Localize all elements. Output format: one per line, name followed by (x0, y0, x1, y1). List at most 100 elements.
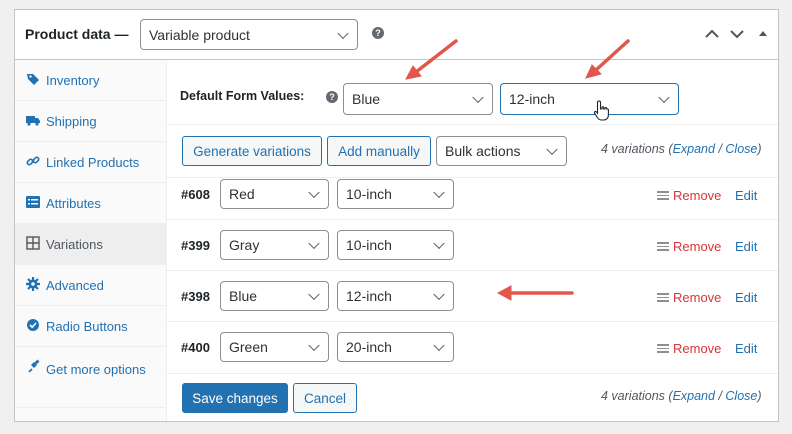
move-up-icon[interactable] (704, 26, 720, 42)
product-data-panel: Product data — Variable product ? Invent… (14, 9, 779, 422)
gear-icon (26, 277, 40, 291)
add-manually-button[interactable]: Add manually (327, 136, 431, 166)
plug-icon (28, 359, 40, 373)
variation-id: #608 (181, 187, 210, 202)
divider (167, 219, 778, 220)
default-form-values-label: Default Form Values: (180, 89, 305, 103)
tab-label: Variations (46, 237, 103, 252)
tab-get-more-options[interactable]: Get more options (15, 347, 167, 408)
chevron-down-icon (472, 91, 484, 104)
chevron-down-icon (433, 237, 445, 250)
drag-handle-icon[interactable] (657, 191, 669, 200)
save-changes-button[interactable]: Save changes (182, 383, 288, 413)
move-down-icon[interactable] (729, 26, 745, 42)
variation-id: #398 (181, 289, 210, 304)
expand-link[interactable]: Expand (673, 142, 715, 156)
cancel-button[interactable]: Cancel (293, 383, 357, 413)
tab-radio-buttons[interactable]: Radio Buttons (15, 306, 167, 347)
link-icon (26, 156, 40, 166)
collapse-toggle-icon[interactable] (758, 26, 768, 42)
product-data-tabs: Inventory Shipping Linked Products Attri… (15, 60, 167, 421)
variation-size-select[interactable]: 20-inch (337, 332, 454, 362)
chevron-down-icon (308, 237, 320, 250)
tab-inventory[interactable]: Inventory (15, 60, 167, 101)
variations-count-top: 4 variations (Expand / Close) (601, 142, 762, 156)
grid-icon (26, 236, 40, 250)
default-color-value: Blue (352, 91, 381, 107)
remove-link[interactable]: Remove (673, 188, 721, 203)
drag-handle-icon[interactable] (657, 293, 669, 302)
variation-color-select[interactable]: Gray (220, 230, 329, 260)
tab-label: Radio Buttons (46, 319, 128, 334)
variation-size-select[interactable]: 10-inch (337, 230, 454, 260)
variation-color-value: Green (229, 339, 268, 355)
tab-shipping[interactable]: Shipping (15, 101, 167, 142)
chevron-down-icon (546, 143, 558, 156)
count-text: 4 variations ( (601, 142, 673, 156)
variation-size-select[interactable]: 12-inch (337, 281, 454, 311)
variations-panel: Default Form Values: ? Blue 12-inch Gene… (167, 60, 778, 421)
count-separator: / (714, 142, 726, 156)
default-size-select[interactable]: 12-inch (500, 83, 679, 115)
variation-id: #399 (181, 238, 210, 253)
variation-color-select[interactable]: Green (220, 332, 329, 362)
tab-advanced[interactable]: Advanced (15, 265, 167, 306)
count-separator: / (714, 389, 726, 403)
help-icon[interactable]: ? (326, 91, 338, 103)
edit-link[interactable]: Edit (735, 239, 757, 254)
tag-icon (27, 74, 39, 85)
variation-color-select[interactable]: Red (220, 179, 329, 209)
variation-color-value: Red (229, 186, 255, 202)
check-circle-icon (27, 319, 39, 331)
tab-linked-products[interactable]: Linked Products (15, 142, 167, 183)
expand-link[interactable]: Expand (673, 389, 715, 403)
default-color-select[interactable]: Blue (343, 83, 493, 115)
variation-size-value: 20-inch (346, 339, 392, 355)
tab-label: Linked Products (46, 155, 140, 170)
tab-label: Attributes (46, 196, 101, 211)
hand-cursor-icon (593, 100, 609, 121)
variation-color-select[interactable]: Blue (220, 281, 329, 311)
close-link[interactable]: Close (725, 142, 757, 156)
drag-handle-icon[interactable] (657, 344, 669, 353)
tab-attributes[interactable]: Attributes (15, 183, 167, 224)
variation-size-value: 10-inch (346, 237, 392, 253)
remove-link[interactable]: Remove (673, 341, 721, 356)
product-type-value: Variable product (149, 26, 250, 43)
variations-count-bottom: 4 variations (Expand / Close) (601, 389, 762, 403)
variation-color-value: Gray (229, 237, 260, 253)
chevron-down-icon (433, 339, 445, 352)
variation-size-value: 10-inch (346, 186, 392, 202)
edit-link[interactable]: Edit (735, 341, 757, 356)
chevron-down-icon (308, 339, 320, 352)
chevron-down-icon (337, 27, 349, 39)
remove-link[interactable]: Remove (673, 239, 721, 254)
variation-id: #400 (181, 340, 210, 355)
truck-icon (26, 116, 40, 126)
variation-size-select[interactable]: 10-inch (337, 179, 454, 209)
variation-size-value: 12-inch (346, 288, 392, 304)
chevron-down-icon (433, 186, 445, 199)
divider (167, 124, 778, 125)
edit-link[interactable]: Edit (735, 188, 757, 203)
edit-link[interactable]: Edit (735, 290, 757, 305)
product-type-select[interactable]: Variable product (140, 19, 358, 50)
count-suffix: ) (757, 142, 762, 156)
tab-label: Inventory (46, 73, 100, 88)
bulk-actions-value: Bulk actions (445, 143, 521, 159)
generate-variations-button[interactable]: Generate variations (182, 136, 322, 166)
variation-color-value: Blue (229, 288, 258, 304)
divider (167, 373, 778, 374)
divider (167, 321, 778, 322)
bulk-actions-select[interactable]: Bulk actions (436, 136, 567, 166)
remove-link[interactable]: Remove (673, 290, 721, 305)
tab-variations[interactable]: Variations (15, 224, 167, 265)
list-icon (26, 196, 40, 208)
close-link[interactable]: Close (725, 389, 757, 403)
count-text: 4 variations ( (601, 389, 673, 403)
panel-header: Product data — Variable product ? (15, 10, 778, 60)
drag-handle-icon[interactable] (657, 242, 669, 251)
help-icon[interactable]: ? (372, 27, 384, 39)
divider (167, 270, 778, 271)
chevron-down-icon (308, 186, 320, 199)
